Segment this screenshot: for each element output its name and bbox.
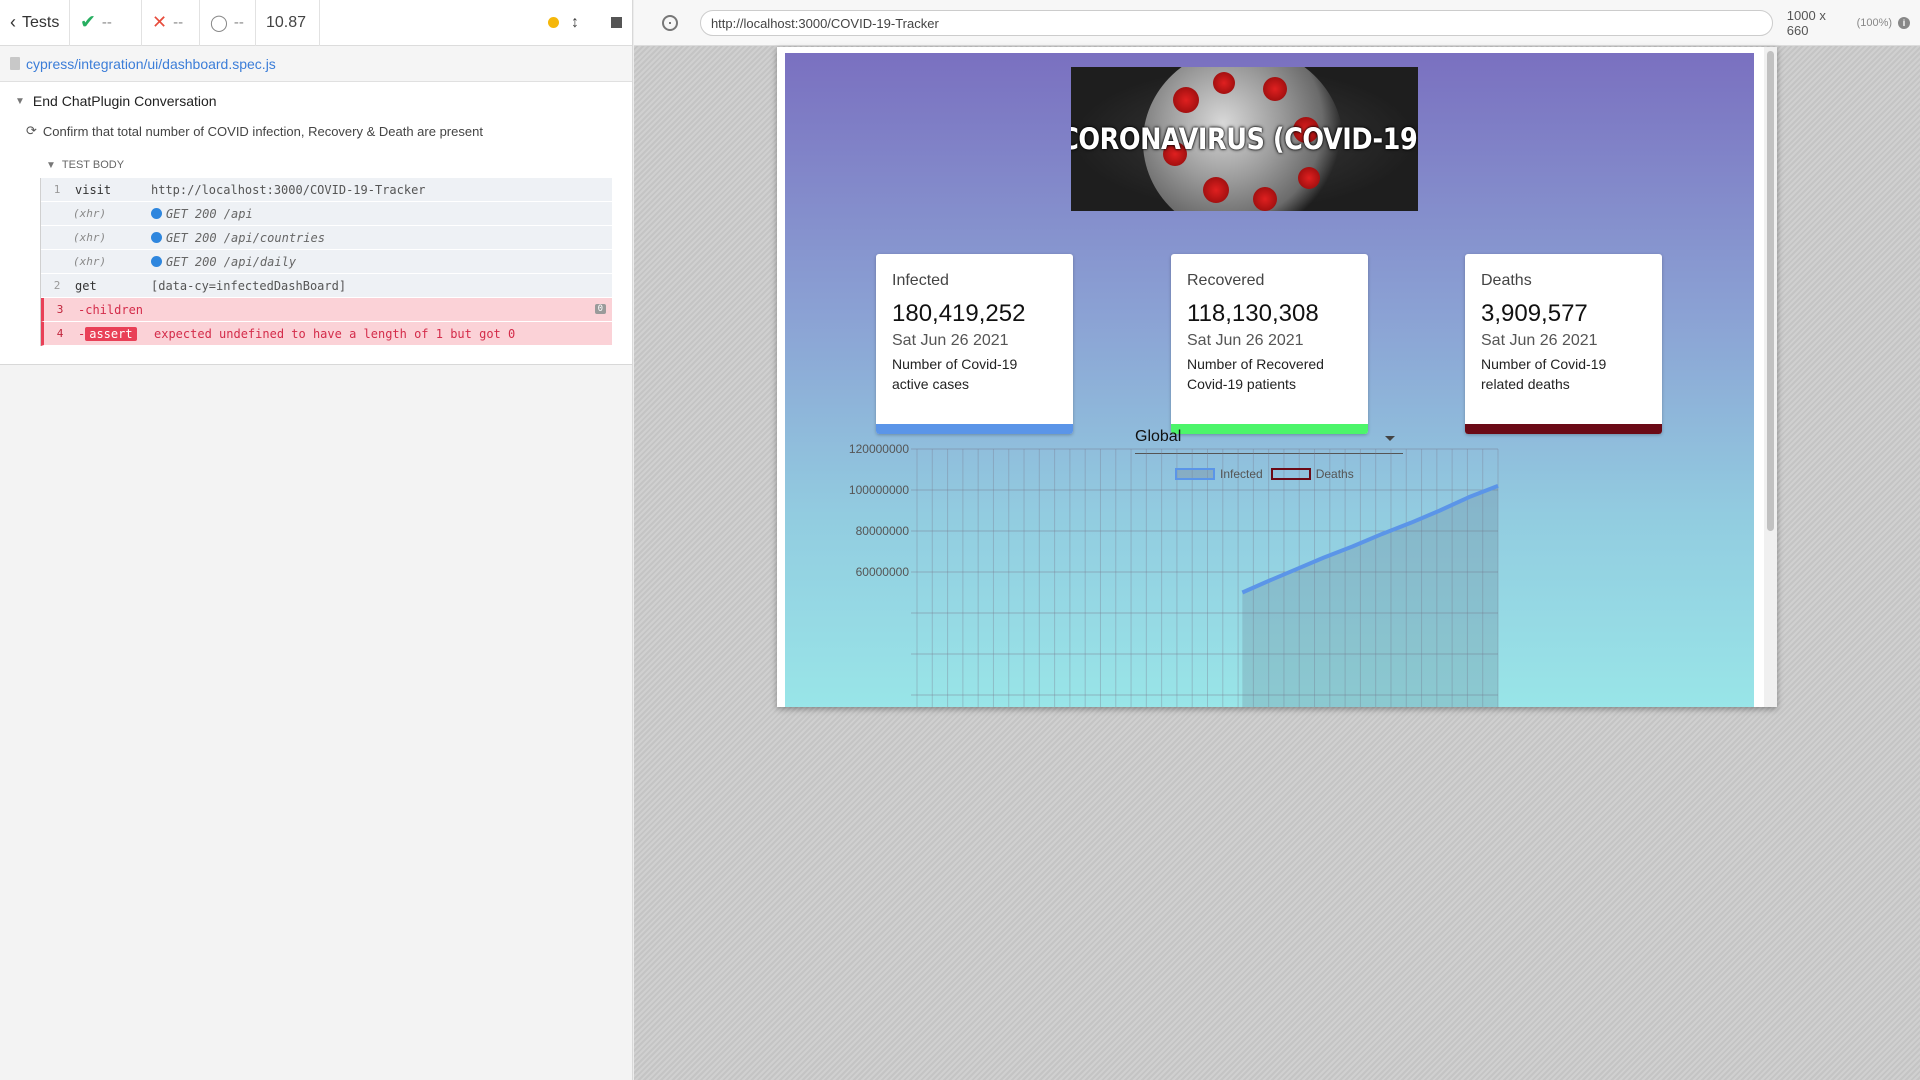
spec-path-link[interactable]: cypress/integration/ui/dashboard.spec.js <box>26 56 276 72</box>
suite-title: End ChatPlugin Conversation <box>32 93 217 109</box>
xhr-status-icon <box>151 208 162 219</box>
command-row[interactable]: (xhr) GET 200 /api/daily <box>41 250 612 274</box>
caret-down-icon: ▼ <box>15 95 25 107</box>
passed-count: -- <box>101 14 112 31</box>
chevron-left-icon: ‹ <box>10 12 16 32</box>
y-tick-label: 100000000 <box>849 483 909 497</box>
y-tick-label: 120000000 <box>849 442 909 456</box>
url-bar[interactable]: http://localhost:3000/COVID-19-Tracker <box>699 9 1773 36</box>
command-row[interactable]: (xhr) GET 200 /api/countries <box>41 226 612 250</box>
command-message-wrap: GET 200 /api/countries <box>151 231 612 245</box>
tests-label: Tests <box>22 13 60 31</box>
circle-icon: ◯ <box>210 14 228 32</box>
command-message: [data-cy=infectedDashBoard] <box>151 278 347 293</box>
aut-header: http://localhost:3000/COVID-19-Tracker 1… <box>634 0 1920 46</box>
check-icon: ✔ <box>80 12 96 33</box>
assert-badge: assert <box>85 326 137 341</box>
zoom-level: (100%) <box>1856 16 1893 29</box>
pending-count: -- <box>233 14 244 31</box>
command-message: http://localhost:3000/COVID-19-Tracker <box>151 182 426 197</box>
stop-icon[interactable] <box>611 17 622 28</box>
aut-area: http://localhost:3000/COVID-19-Tracker 1… <box>634 0 1920 1080</box>
app-iframe: CORONAVIRUS (COVID-19) Infected 180,419,… <box>777 47 1777 707</box>
spec-bar: cypress/integration/ui/dashboard.spec.js <box>0 46 632 82</box>
test-body-label: TEST BODY <box>61 159 125 171</box>
command-name: (xhr) <box>73 207 107 220</box>
command-message: GET 200 /api/daily <box>166 254 297 269</box>
command-name: (xhr) <box>73 255 107 268</box>
legend-swatch <box>1270 468 1311 480</box>
infected-area <box>1242 485 1498 707</box>
command-row-failed[interactable]: 4 - assert expected undefined to have a l… <box>41 322 612 346</box>
command-message-wrap: GET 200 /api/daily <box>151 255 612 269</box>
command-name: visit <box>75 182 112 197</box>
failed-stat: ✕ -- <box>142 0 200 46</box>
command-number: 4 <box>56 327 64 340</box>
y-tick-label: 80000000 <box>856 524 910 538</box>
command-row[interactable]: 2 get [data-cy=infectedDashBoard] <box>41 274 612 298</box>
command-number: 2 <box>53 279 61 292</box>
viewport-size: 1000 x 660 <box>1786 7 1826 38</box>
command-log: 1 visit http://localhost:3000/COVID-19-T… <box>40 178 612 346</box>
daily-chart: 120000000 100000000 80000000 60000000 <box>849 442 1499 707</box>
failed-count: -- <box>173 14 184 31</box>
reporter-controls: ↕ <box>320 0 632 46</box>
selector-playground-icon[interactable] <box>662 14 678 31</box>
command-name: -children <box>78 302 144 317</box>
scrollbar[interactable] <box>1764 47 1777 707</box>
suite-title-row[interactable]: ▼ End ChatPlugin Conversation <box>0 82 632 112</box>
info-icon[interactable]: i <box>1898 16 1910 29</box>
x-icon: ✕ <box>152 12 168 32</box>
reporter-header: ‹ Tests ✔ -- ✕ -- ◯ -- 10.87 ↕ <box>0 0 632 46</box>
command-name: get <box>75 278 97 293</box>
auto-scroll-icon[interactable]: ↕ <box>571 14 579 32</box>
passed-stat: ✔ -- <box>70 0 142 46</box>
viewport-info: 1000 x 660 (100%) i <box>1787 8 1910 38</box>
running-indicator-icon <box>548 17 559 28</box>
tests-button[interactable]: ‹ Tests <box>0 0 70 46</box>
xhr-status-icon <box>151 256 162 267</box>
pending-stat: ◯ -- <box>200 0 256 46</box>
legend-item-deaths[interactable]: Deaths <box>1270 467 1354 481</box>
element-count-badge: 0 <box>594 304 606 314</box>
command-number: 3 <box>56 303 64 316</box>
legend-item-infected[interactable]: Infected <box>1175 467 1263 481</box>
scrollbar-thumb[interactable] <box>1767 51 1774 531</box>
runnable-suite: ▼ End ChatPlugin Conversation ⟳ Confirm … <box>0 82 632 365</box>
legend-label: Deaths <box>1315 467 1354 481</box>
duration: 10.87 <box>256 0 320 46</box>
caret-down-icon: ▼ <box>46 159 56 171</box>
test-title: Confirm that total number of COVID infec… <box>42 123 483 139</box>
refresh-icon: ⟳ <box>26 123 37 138</box>
test-body-header[interactable]: ▼ TEST BODY <box>0 142 632 176</box>
xhr-status-icon <box>151 232 162 243</box>
command-number: 1 <box>53 183 61 196</box>
command-row-failed[interactable]: 3 -children 0 <box>41 298 612 322</box>
command-message: expected undefined to have a length of 1… <box>154 326 516 341</box>
legend-swatch <box>1175 468 1215 480</box>
test-title-row[interactable]: ⟳ Confirm that total number of COVID inf… <box>0 112 632 142</box>
y-tick-label: 60000000 <box>856 565 910 579</box>
command-message: GET 200 /api <box>166 206 253 221</box>
covid-tracker-app: CORONAVIRUS (COVID-19) Infected 180,419,… <box>785 53 1754 707</box>
command-message-wrap: GET 200 /api <box>151 207 612 221</box>
command-name-wrap: - assert <box>76 326 154 341</box>
chart-legend: Infected Deaths <box>1175 467 1354 481</box>
file-icon <box>10 57 20 70</box>
command-row[interactable]: (xhr) GET 200 /api <box>41 202 612 226</box>
cypress-reporter: ‹ Tests ✔ -- ✕ -- ◯ -- 10.87 ↕ cypress/i… <box>0 0 633 1080</box>
legend-label: Infected <box>1220 467 1263 481</box>
command-name: (xhr) <box>73 231 107 244</box>
command-message: GET 200 /api/countries <box>166 230 325 245</box>
command-row[interactable]: 1 visit http://localhost:3000/COVID-19-T… <box>41 178 612 202</box>
